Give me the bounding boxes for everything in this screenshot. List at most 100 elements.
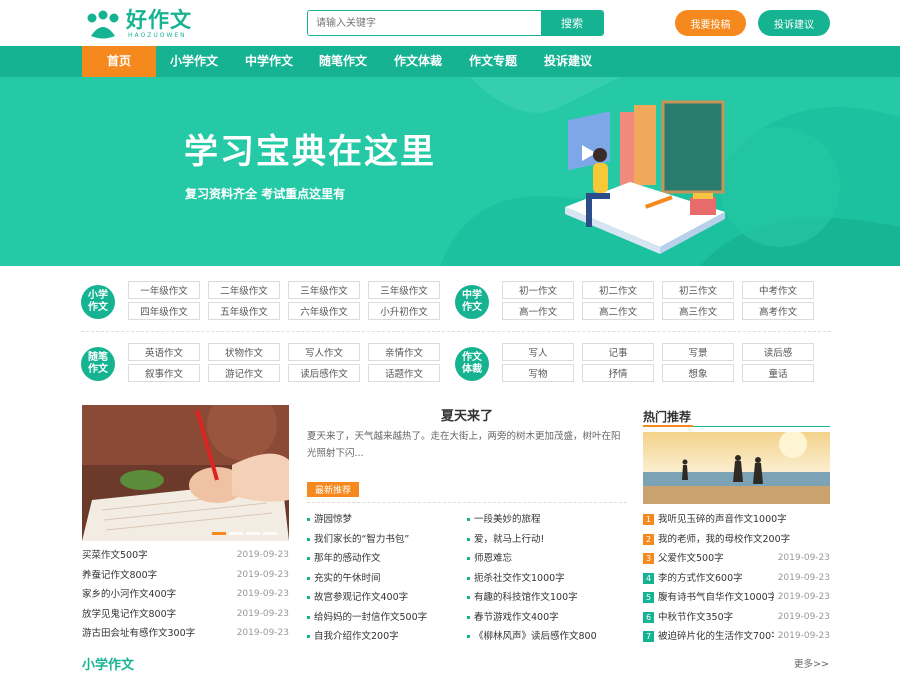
tag-grade6[interactable]: 六年级作文 <box>288 302 360 320</box>
tag-english[interactable]: 英语作文 <box>128 343 200 361</box>
search-button[interactable]: 搜索 <box>541 11 603 35</box>
logo-text: 好作文 <box>126 8 192 32</box>
tag-xiaoshengchu[interactable]: 小升初作文 <box>368 302 440 320</box>
tag-gao2[interactable]: 高二作文 <box>582 302 654 320</box>
badge-middle[interactable]: 中学作文 <box>455 285 489 319</box>
hot-item[interactable]: 5 腹有诗书气自华作文1000字 2019-09-23 <box>643 588 830 608</box>
hot-item[interactable]: 6 中秋节作文350字 2019-09-23 <box>643 608 830 628</box>
tag-grade4[interactable]: 四年级作文 <box>128 302 200 320</box>
tag-grade2[interactable]: 二年级作文 <box>208 281 280 299</box>
feature-title[interactable]: 夏天来了 <box>307 405 627 424</box>
badge-genre[interactable]: 作文体裁 <box>455 347 489 381</box>
tag-review[interactable]: 读后感作文 <box>288 364 360 382</box>
tag-xiejing[interactable]: 写景 <box>662 343 734 361</box>
list-item[interactable]: 师恩难忘 <box>467 549 627 569</box>
more-link[interactable]: 更多>> <box>794 656 829 670</box>
list-item[interactable]: 《柳林风声》读后感作文800 <box>467 627 627 647</box>
tag-chu2[interactable]: 初二作文 <box>582 281 654 299</box>
tag-xiewu[interactable]: 写物 <box>502 364 574 382</box>
hot-item-title: 被迫碎片化的生活作文700字 <box>658 631 774 642</box>
nav-essay[interactable]: 随笔作文 <box>309 46 377 77</box>
tag-grade5[interactable]: 五年级作文 <box>208 302 280 320</box>
list-item-date: 2019-09-23 <box>236 550 289 560</box>
nav-genre[interactable]: 作文体裁 <box>384 46 452 77</box>
hot-item-title: 李的方式作文600字 <box>658 572 743 584</box>
list-item[interactable]: 充实的午休时间 <box>307 569 467 589</box>
list-item[interactable]: 有趣的科技馆作文100字 <box>467 588 627 608</box>
list-item[interactable]: 买菜作文500字 2019-09-23 <box>82 546 289 566</box>
slider-dot[interactable] <box>212 532 226 535</box>
list-item[interactable]: 家乡的小河作文400字 2019-09-23 <box>82 585 289 605</box>
tag-gao1[interactable]: 高一作文 <box>502 302 574 320</box>
tag-shuqing[interactable]: 抒情 <box>582 364 654 382</box>
list-item[interactable]: 一段美妙的旅程 <box>467 510 627 530</box>
list-item[interactable]: 游园惊梦 <box>307 510 467 530</box>
list-item[interactable]: 我们家长的“智力书包” <box>307 530 467 550</box>
search-input[interactable] <box>308 11 541 35</box>
tag-family[interactable]: 亲情作文 <box>368 343 440 361</box>
list-item[interactable]: 放学见鬼记作文800字 2019-09-23 <box>82 605 289 625</box>
list-item[interactable]: 扼杀社交作文1000字 <box>467 569 627 589</box>
hot-item[interactable]: 1 我听见玉碎的声音作文1000字 <box>643 510 830 530</box>
child-writing-photo <box>82 405 289 541</box>
tag-chu3[interactable]: 初三作文 <box>662 281 734 299</box>
nav-home[interactable]: 首页 <box>82 46 156 77</box>
list-item[interactable]: 自我介绍作文200字 <box>307 627 467 647</box>
slider-dot[interactable] <box>246 532 260 535</box>
tag-jishi[interactable]: 记事 <box>582 343 654 361</box>
tag-person[interactable]: 写人作文 <box>288 343 360 361</box>
hot-item[interactable]: 2 我的老师，我的母校作文200字 <box>643 530 830 550</box>
feedback-button[interactable]: 投诉建议 <box>758 10 830 36</box>
tag-travel[interactable]: 游记作文 <box>208 364 280 382</box>
tag-zhongkao[interactable]: 中考作文 <box>742 281 814 299</box>
logo[interactable]: 好作文 HAOZUOWEN <box>84 8 204 40</box>
hot-item[interactable]: 7 被迫碎片化的生活作文700字 2019-09-23 <box>643 627 830 647</box>
list-item[interactable]: 那年的感动作文 <box>307 549 467 569</box>
hot-item[interactable]: 4 李的方式作文600字 2019-09-23 <box>643 569 830 589</box>
list-item-title: 买菜作文500字 <box>82 550 148 561</box>
slider-dot[interactable] <box>263 532 277 535</box>
tag-narrative[interactable]: 叙事作文 <box>128 364 200 382</box>
tag-topic[interactable]: 话题作文 <box>368 364 440 382</box>
nav-feedback[interactable]: 投诉建议 <box>534 46 602 77</box>
tag-gaokao[interactable]: 高考作文 <box>742 302 814 320</box>
list-item[interactable]: 给妈妈的一封信作文500字 <box>307 608 467 628</box>
list-item-title: 放学见鬼记作文800字 <box>82 608 177 620</box>
tag-grade3b[interactable]: 三年级作文 <box>368 281 440 299</box>
main-nav: 首页 小学作文 中学作文 随笔作文 作文体裁 作文专题 投诉建议 <box>0 46 900 77</box>
nav-primary[interactable]: 小学作文 <box>160 46 228 77</box>
submit-article-button[interactable]: 我要投稿 <box>675 10 746 36</box>
hot-item-title: 我听见玉碎的声音作文1000字 <box>658 514 787 525</box>
nav-topic[interactable]: 作文专题 <box>459 46 527 77</box>
list-item[interactable]: 游古田会址有感作文300字 2019-09-23 <box>82 624 289 644</box>
slider-dots <box>212 532 277 535</box>
list-item[interactable]: 爱，就马上行动! <box>467 530 627 550</box>
list-item[interactable]: 养蚕记作文800字 2019-09-23 <box>82 566 289 586</box>
tag-tonghua[interactable]: 童话 <box>742 364 814 382</box>
badge-essay[interactable]: 随笔作文 <box>81 347 115 381</box>
slider-dot[interactable] <box>229 532 243 535</box>
rank-badge: 2 <box>643 533 654 545</box>
page: 好作文 HAOZUOWEN 搜索 我要投稿 投诉建议 首页 小学作文 中学作文 … <box>0 0 900 673</box>
banner[interactable]: 学习宝典在这里 复习资料齐全 考试重点这里有 <box>0 77 900 266</box>
logo-subtext: HAOZUOWEN <box>128 32 187 39</box>
hot-title-underline <box>643 425 830 427</box>
list-item[interactable]: 春节游戏作文400字 <box>467 608 627 628</box>
tag-chu1[interactable]: 初一作文 <box>502 281 574 299</box>
rank-badge: 3 <box>643 553 654 565</box>
tag-xiangxiang[interactable]: 想象 <box>662 364 734 382</box>
tag-grade1[interactable]: 一年级作文 <box>128 281 200 299</box>
tag-gao3[interactable]: 高三作文 <box>662 302 734 320</box>
list-item[interactable]: 故宫参观记作文400字 <box>307 588 467 608</box>
badge-primary[interactable]: 小学作文 <box>81 285 115 319</box>
slider-image[interactable] <box>82 405 289 541</box>
hot-item-date: 2019-09-23 <box>777 611 830 622</box>
tag-xieren[interactable]: 写人 <box>502 343 574 361</box>
hot-image[interactable] <box>643 432 830 504</box>
tag-object[interactable]: 状物作文 <box>208 343 280 361</box>
nav-middle[interactable]: 中学作文 <box>235 46 303 77</box>
tag-duhougan[interactable]: 读后感 <box>742 343 814 361</box>
hot-item[interactable]: 3 父爱作文500字 2019-09-23 <box>643 549 830 569</box>
category-row-1: 小学作文 一年级作文 二年级作文 三年级作文 三年级作文 四年级作文 五年级作文… <box>81 281 831 329</box>
tag-grade3[interactable]: 三年级作文 <box>288 281 360 299</box>
